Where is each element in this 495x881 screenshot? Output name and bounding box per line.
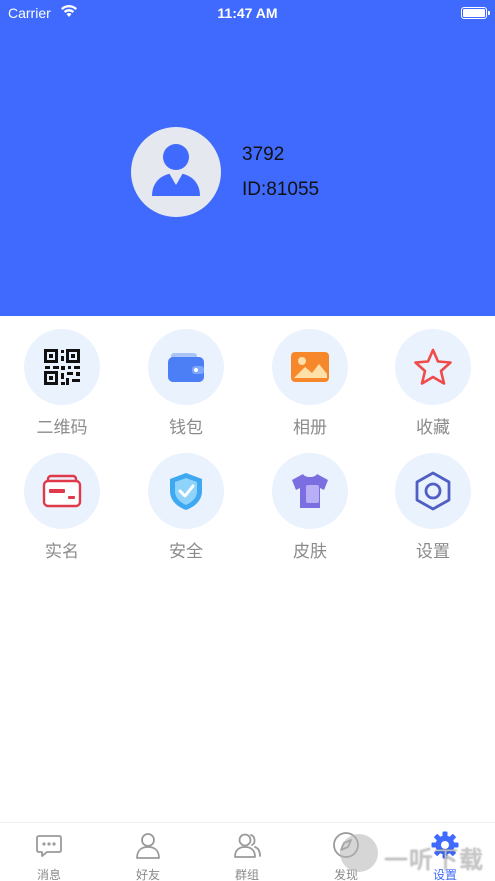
grid-label: 皮肤 <box>293 542 327 561</box>
grid-label: 实名 <box>45 542 79 561</box>
avatar-person-icon <box>152 144 200 196</box>
wallet-icon <box>168 353 204 382</box>
user-id: ID:81055 <box>242 179 320 200</box>
watermark-text: 一听下载 <box>384 847 484 874</box>
chat-bubble-icon <box>36 835 62 857</box>
tab-label: 群组 <box>234 868 259 881</box>
grid-label: 钱包 <box>169 418 203 437</box>
shield-icon <box>170 473 202 510</box>
avatar[interactable] <box>131 127 221 217</box>
grid-label: 设置 <box>416 542 450 561</box>
grid-label: 二维码 <box>36 418 88 437</box>
username: 3792 <box>242 144 285 165</box>
tab-friends[interactable]: 好友 <box>113 823 183 881</box>
grid-item-settings[interactable]: 设置 <box>383 453 483 563</box>
photo-album-icon <box>291 352 329 382</box>
tab-label: 消息 <box>36 868 61 881</box>
tab-groups[interactable]: 群组 <box>212 823 282 881</box>
hex-nut-icon <box>415 471 451 511</box>
grid-item-wallet[interactable]: 钱包 <box>136 329 236 439</box>
grid-item-skin[interactable]: 皮肤 <box>260 453 360 563</box>
grid-item-security[interactable]: 安全 <box>136 453 236 563</box>
profile-header: Carrier 11:47 AM 3792 ID:81055 <box>0 0 495 316</box>
tshirt-icon <box>292 474 328 508</box>
group-icon <box>234 833 261 858</box>
watermark: 一听下载 <box>340 832 490 876</box>
grid-item-qr-code[interactable]: 二维码 <box>12 329 112 439</box>
grid-label: 收藏 <box>416 418 450 437</box>
grid-item-album[interactable]: 相册 <box>260 329 360 439</box>
tab-messages[interactable]: 消息 <box>14 823 84 881</box>
status-bar: Carrier 11:47 AM <box>0 0 495 26</box>
star-icon <box>414 348 452 385</box>
id-card-icon <box>42 474 82 508</box>
status-time: 11:47 AM <box>217 5 278 21</box>
grid-label: 安全 <box>169 542 203 561</box>
battery-icon <box>461 7 490 19</box>
grid-label: 相册 <box>293 418 327 437</box>
grid-item-favorites[interactable]: 收藏 <box>383 329 483 439</box>
person-icon <box>136 833 160 859</box>
tab-label: 好友 <box>135 868 160 881</box>
qr-code-icon <box>44 349 80 385</box>
watermark-logo-icon <box>340 834 378 872</box>
grid-item-real-name[interactable]: 实名 <box>12 453 112 563</box>
